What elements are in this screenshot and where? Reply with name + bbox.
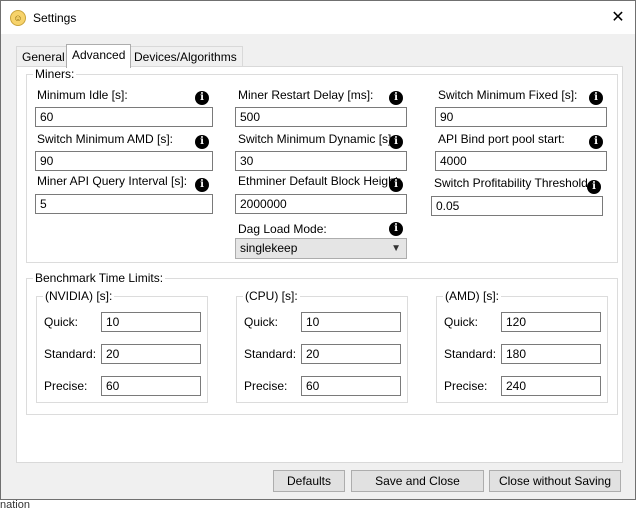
cpu-standard-input[interactable] [301, 344, 401, 364]
chevron-down-icon: ▼ [391, 243, 401, 254]
nvidia-precise-input[interactable] [101, 376, 201, 396]
info-icon[interactable]: i [195, 178, 209, 192]
benchmark-legend: Benchmark Time Limits: [35, 271, 164, 285]
dag-load-mode-select[interactable]: singlekeep ▼ [235, 238, 407, 259]
switch-minimum-dynamic-label: Switch Minimum Dynamic [s]: [238, 132, 395, 146]
miner-restart-delay-label: Miner Restart Delay [ms]: [238, 88, 374, 102]
amd-legend: (AMD) [s]: [445, 289, 499, 303]
dag-load-mode-value: singlekeep [240, 241, 298, 255]
app-icon: ☺ [10, 10, 26, 26]
minimum-idle-label: Minimum Idle [s]: [37, 88, 128, 102]
title-bar: ☺ Settings ✕ [1, 1, 635, 34]
switch-minimum-amd-label: Switch Minimum AMD [s]: [37, 132, 174, 146]
api-bind-port-pool-start-input[interactable] [435, 151, 607, 171]
cpu-legend: (CPU) [s]: [245, 289, 298, 303]
nvidia-precise-label: Precise: [44, 379, 88, 393]
info-icon[interactable]: i [589, 91, 603, 105]
cpu-quick-input[interactable] [301, 312, 401, 332]
dag-load-mode-label: Dag Load Mode: [238, 222, 327, 236]
nvidia-legend: (NVIDIA) [s]: [45, 289, 113, 303]
minimum-idle-input[interactable] [35, 107, 213, 127]
info-icon[interactable]: i [389, 91, 403, 105]
info-icon[interactable]: i [195, 135, 209, 149]
miner-api-query-interval-input[interactable] [35, 194, 213, 214]
amd-standard-label: Standard: [444, 347, 497, 361]
amd-quick-input[interactable] [501, 312, 601, 332]
cpu-quick-label: Quick: [244, 315, 279, 329]
api-bind-port-pool-start-label: API Bind port pool start: [438, 132, 565, 146]
ethminer-default-block-height-label: Ethminer Default Block Height: [238, 174, 402, 188]
background-window-text: nation [0, 499, 30, 511]
miner-restart-delay-input[interactable] [235, 107, 407, 127]
amd-quick-label: Quick: [444, 315, 479, 329]
cpu-precise-input[interactable] [301, 376, 401, 396]
tab-advanced[interactable]: Advanced [66, 44, 132, 68]
switch-minimum-dynamic-input[interactable] [235, 151, 407, 171]
amd-standard-input[interactable] [501, 344, 601, 364]
close-button[interactable]: ✕ [601, 1, 635, 34]
miner-api-query-interval-label: Miner API Query Interval [s]: [37, 174, 188, 188]
nvidia-quick-input[interactable] [101, 312, 201, 332]
miners-legend: Miners: [35, 67, 75, 81]
info-icon[interactable]: i [587, 180, 601, 194]
tab-devices-algorithms[interactable]: Devices/Algorithms [128, 46, 243, 67]
switch-minimum-amd-input[interactable] [35, 151, 213, 171]
close-without-saving-button[interactable]: Close without Saving [489, 470, 621, 492]
cpu-precise-label: Precise: [244, 379, 288, 393]
window-title: Settings [33, 11, 77, 25]
info-icon[interactable]: i [389, 178, 403, 192]
switch-profitability-threshold-input[interactable] [431, 196, 603, 216]
settings-window: ☺ Settings ✕ General Advanced Devices/Al… [0, 0, 636, 500]
info-icon[interactable]: i [195, 91, 209, 105]
switch-profitability-threshold-label: Switch Profitability Threshold [434, 176, 588, 190]
nvidia-standard-label: Standard: [44, 347, 97, 361]
info-icon[interactable]: i [389, 135, 403, 149]
advanced-tab-panel: Miners: Minimum Idle [s]: i Switch Minim… [16, 66, 623, 463]
ethminer-default-block-height-input[interactable] [235, 194, 407, 214]
switch-minimum-fixed-input[interactable] [435, 107, 607, 127]
nvidia-quick-label: Quick: [44, 315, 79, 329]
cpu-standard-label: Standard: [244, 347, 297, 361]
switch-minimum-fixed-label: Switch Minimum Fixed [s]: [438, 88, 578, 102]
save-and-close-button[interactable]: Save and Close [351, 470, 484, 492]
nvidia-standard-input[interactable] [101, 344, 201, 364]
amd-precise-label: Precise: [444, 379, 488, 393]
defaults-button[interactable]: Defaults [273, 470, 345, 492]
tab-general[interactable]: General [16, 46, 71, 67]
info-icon[interactable]: i [589, 135, 603, 149]
amd-precise-input[interactable] [501, 376, 601, 396]
info-icon[interactable]: i [389, 222, 403, 236]
